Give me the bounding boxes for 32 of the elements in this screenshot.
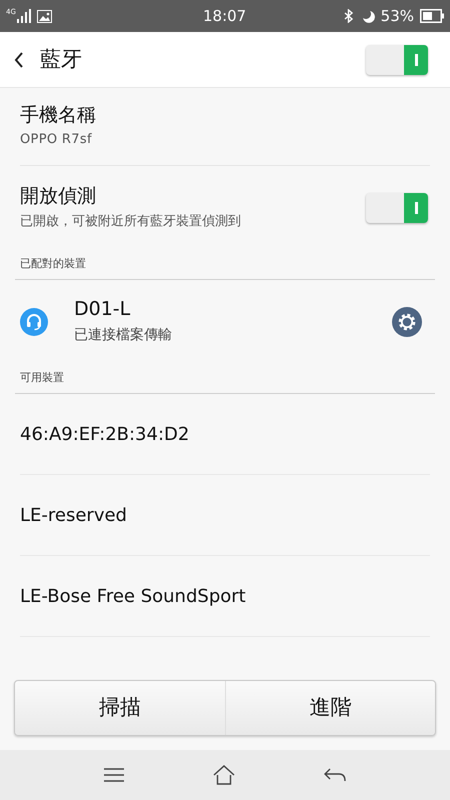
available-device-row[interactable]: 46:A9:EF:2B:34:D2: [20, 394, 430, 475]
setting-label: 開放偵測: [20, 184, 97, 209]
advanced-button[interactable]: 進階: [226, 681, 435, 735]
setting-label: 手機名稱: [20, 104, 97, 128]
device-name-value: OPPO R7sf: [20, 130, 93, 149]
device-name: 46:A9:EF:2B:34:D2: [20, 422, 190, 446]
menu-icon[interactable]: [104, 768, 124, 782]
moon-icon: [362, 10, 375, 22]
toggle-switch[interactable]: [366, 193, 428, 223]
toggle-switch[interactable]: [366, 44, 428, 74]
signal-icon: [16, 9, 31, 23]
section-header: 可用裝置: [20, 370, 64, 386]
battery-icon: [420, 9, 444, 23]
device-name: D01-L: [74, 298, 132, 322]
device-name: LE-reserved: [20, 504, 127, 528]
back-icon[interactable]: [324, 767, 346, 783]
section-header: 已配對的裝置: [20, 256, 86, 272]
home-icon[interactable]: [212, 765, 235, 785]
setting-description: 已開啟，可被附近所有藍牙裝置偵測到: [20, 212, 241, 231]
clock: 18:07: [203, 6, 246, 27]
page-title: 藍牙: [40, 46, 82, 73]
scan-button[interactable]: 掃描: [15, 681, 226, 735]
available-device-row[interactable]: LE-Bose Free SoundSport: [20, 556, 430, 637]
paired-device-row[interactable]: D01-L 已連接檔案傳輸: [20, 280, 430, 364]
image-icon: [36, 10, 52, 22]
headset-icon: [20, 308, 48, 336]
device-name: LE-Bose Free SoundSport: [20, 584, 246, 608]
back-icon[interactable]: [14, 52, 24, 68]
battery-percentage: 53%: [380, 6, 414, 27]
settings-icon[interactable]: [392, 307, 422, 337]
device-status: 已連接檔案傳輸: [74, 326, 172, 345]
available-device-row[interactable]: LE-reserved: [20, 475, 430, 556]
